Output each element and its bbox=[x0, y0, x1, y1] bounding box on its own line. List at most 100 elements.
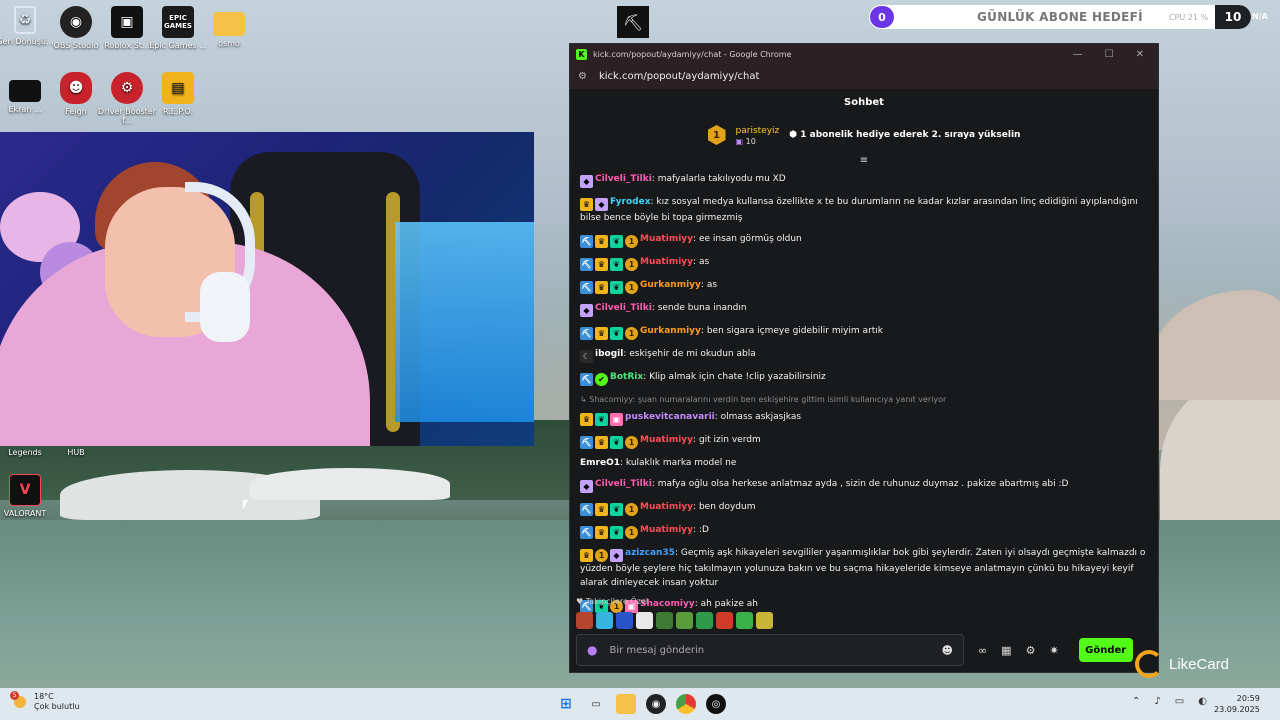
desktop-icon-osmo[interactable]: osmo bbox=[198, 6, 260, 48]
chat-username[interactable]: EmreO1 bbox=[580, 458, 620, 468]
weather-widget[interactable]: 5 18°C Çok bulutlu bbox=[10, 691, 80, 712]
sub-badge-icon[interactable]: 1 bbox=[625, 503, 638, 516]
volume-icon[interactable]: ◐ bbox=[1198, 696, 1207, 707]
crown-badge-icon[interactable]: ♛ bbox=[580, 198, 593, 211]
pickaxe-icon[interactable]: ⛏ bbox=[617, 6, 649, 38]
github-icon[interactable]: ◎ bbox=[706, 694, 726, 714]
chat-username[interactable]: Muatimiyy bbox=[640, 525, 693, 535]
pick-badge-icon[interactable]: ⛏ bbox=[580, 235, 593, 248]
sub-badge-icon[interactable]: 1 bbox=[625, 436, 638, 449]
emote-icon[interactable] bbox=[696, 612, 713, 629]
fox-badge-icon[interactable]: ◆ bbox=[610, 549, 623, 562]
sub-badge-icon[interactable]: 1 bbox=[625, 526, 638, 539]
desktop-icon-repo[interactable]: ▤ R.E.P.O. bbox=[147, 72, 209, 116]
chat-username[interactable]: Cilveli_Tilki bbox=[595, 303, 652, 313]
chat-message[interactable]: ⛏ ♛ ❦ 1 Muatimiyy: :D bbox=[580, 523, 1150, 539]
chat-input[interactable]: ● Bir mesaj gönderin ☻ bbox=[576, 634, 964, 666]
emote-icon[interactable] bbox=[756, 612, 773, 629]
chat-username[interactable]: ibogil bbox=[595, 349, 623, 359]
sub-badge-icon[interactable]: 1 bbox=[625, 281, 638, 294]
send-button[interactable]: Gönder bbox=[1078, 638, 1133, 662]
chat-username[interactable]: Gurkanmiyy bbox=[640, 280, 701, 290]
crown-badge-icon[interactable]: ♛ bbox=[595, 436, 608, 449]
plant-badge-icon[interactable]: ❦ bbox=[610, 281, 623, 294]
check-badge-icon[interactable]: ✔ bbox=[595, 373, 608, 386]
chat-message[interactable]: ⛏ ❦ 1 ▣ Shacomiyy: ah pakize ah bbox=[580, 597, 1150, 613]
chat-username[interactable]: BotRix bbox=[610, 372, 643, 382]
crown-badge-icon[interactable]: ♛ bbox=[580, 413, 593, 426]
crown-badge-icon[interactable]: ♛ bbox=[595, 327, 608, 340]
chrome-icon[interactable] bbox=[676, 694, 696, 714]
plant-badge-icon[interactable]: ❦ bbox=[610, 327, 623, 340]
reply-context[interactable]: ↳ Shacomiyy: şuan numaralarını verdin be… bbox=[580, 393, 1150, 407]
chat-message[interactable]: ♛ 1 ◆ azizcan35: Geçmiş aşk hikayeleri sevg… bbox=[580, 546, 1150, 590]
emote-icon[interactable] bbox=[676, 612, 693, 629]
emote-icon[interactable] bbox=[596, 612, 613, 629]
crown-badge-icon[interactable]: ♛ bbox=[595, 281, 608, 294]
desktop-icon-valorant[interactable]: V VALORANT bbox=[0, 474, 56, 518]
emote-icon[interactable] bbox=[656, 612, 673, 629]
mic-icon[interactable]: ● bbox=[587, 643, 597, 657]
emote-icon[interactable] bbox=[736, 612, 753, 629]
emote-bar[interactable] bbox=[576, 612, 773, 629]
pick-badge-icon[interactable]: ⛏ bbox=[580, 258, 593, 271]
emote-icon[interactable] bbox=[576, 612, 593, 629]
pick-badge-icon[interactable]: ⛏ bbox=[580, 526, 593, 539]
chat-message[interactable]: ♛ ❦ ▣ puskevitcanavarii: olmass askjasjkas bbox=[580, 410, 1150, 426]
sub-badge-icon[interactable]: 1 bbox=[595, 549, 608, 562]
crown-badge-icon[interactable]: ♛ bbox=[595, 258, 608, 271]
minimize-icon[interactable]: — bbox=[1073, 49, 1083, 60]
address-bar[interactable]: ⚙ kick.com/popout/aydamiyy/chat bbox=[570, 64, 1158, 89]
settings-icon[interactable]: ⚙ bbox=[1026, 644, 1036, 657]
obs-taskbar-icon[interactable]: ◉ bbox=[646, 694, 666, 714]
emote-picker-icon[interactable]: ∞ bbox=[978, 644, 987, 657]
plant-badge-icon[interactable]: ❦ bbox=[595, 413, 608, 426]
maximize-icon[interactable]: ☐ bbox=[1105, 49, 1114, 60]
sub-badge-icon[interactable]: 1 bbox=[625, 327, 638, 340]
chat-message[interactable]: ◆ Cilveli_Tilki: mafyalarla takılıyodu mu… bbox=[580, 172, 1150, 188]
plant-badge-icon[interactable]: ❦ bbox=[610, 235, 623, 248]
chat-username[interactable]: Cilveli_Tilki bbox=[595, 174, 652, 184]
store-icon[interactable]: ▦ bbox=[1001, 644, 1011, 657]
emote-icon[interactable] bbox=[616, 612, 633, 629]
plant-badge-icon[interactable]: ❦ bbox=[610, 503, 623, 516]
sub-badge-icon[interactable]: 1 bbox=[625, 235, 638, 248]
emote-icon[interactable] bbox=[636, 612, 653, 629]
close-icon[interactable]: ✕ bbox=[1136, 49, 1144, 60]
network-icon[interactable]: ▭ bbox=[1175, 696, 1184, 707]
chat-username[interactable]: Fyrodex bbox=[610, 197, 651, 207]
url-text[interactable]: kick.com/popout/aydamiyy/chat bbox=[599, 71, 759, 82]
show-hidden-icons[interactable]: ⌃ bbox=[1132, 696, 1140, 707]
chat-username[interactable]: azizcan35 bbox=[625, 548, 675, 558]
chat-message[interactable]: ⛏ ♛ ❦ 1 Muatimiyy: ee insan görmüş oldun bbox=[580, 232, 1150, 248]
plant-badge-icon[interactable]: ❦ bbox=[610, 526, 623, 539]
file-icon[interactable]: ▭ bbox=[586, 694, 606, 714]
microphone-icon[interactable]: ♪ bbox=[1154, 696, 1160, 707]
crown-badge-icon[interactable]: ♛ bbox=[595, 235, 608, 248]
pick-badge-icon[interactable]: ⛏ bbox=[580, 436, 593, 449]
fox-badge-icon[interactable]: ◆ bbox=[580, 480, 593, 493]
crown-badge-icon[interactable]: ♛ bbox=[595, 526, 608, 539]
chat-username[interactable]: Muatimiyy bbox=[640, 234, 693, 244]
chat-username[interactable]: Cilveli_Tilki bbox=[595, 479, 652, 489]
windows-start-icon[interactable]: ⊞ bbox=[556, 694, 576, 714]
file-explorer-icon[interactable] bbox=[616, 694, 636, 714]
pick-badge-icon[interactable]: ⛏ bbox=[580, 281, 593, 294]
chat-message[interactable]: ⛏ ♛ ❦ 1 Muatimiyy: as bbox=[580, 255, 1150, 271]
chat-message[interactable]: ⛏ ✔ BotRix: Klip almak için chate !clip ya… bbox=[580, 370, 1150, 386]
clock[interactable]: 20:59 23.09.2025 bbox=[1214, 693, 1260, 715]
pick-badge-icon[interactable]: ⛏ bbox=[580, 327, 593, 340]
pick-badge-icon[interactable]: ⛏ bbox=[580, 373, 593, 386]
chat-message[interactable]: ⛏ ♛ ❦ 1 Muatimiyy: ben doydum bbox=[580, 500, 1150, 516]
chat-username[interactable]: Muatimiyy bbox=[640, 502, 693, 512]
chat-username[interactable]: Shacomiyy bbox=[640, 599, 695, 609]
desktop-icon-hub[interactable]: HUB bbox=[45, 448, 107, 457]
gift-badge-icon[interactable]: ▣ bbox=[610, 413, 623, 426]
plant-badge-icon[interactable]: ❦ bbox=[610, 258, 623, 271]
puzzle-icon[interactable]: ✷ bbox=[1049, 644, 1058, 657]
site-info-icon[interactable]: ⚙ bbox=[578, 71, 587, 82]
moon-badge-icon[interactable]: ☾ bbox=[580, 350, 593, 363]
fox-badge-icon[interactable]: ◆ bbox=[580, 304, 593, 317]
chat-message[interactable]: ♛ ◆ Fyrodex: kız sosyal medya kullansa öze… bbox=[580, 195, 1150, 225]
chat-message[interactable]: EmreO1: kulaklık marka model ne bbox=[580, 456, 1150, 470]
